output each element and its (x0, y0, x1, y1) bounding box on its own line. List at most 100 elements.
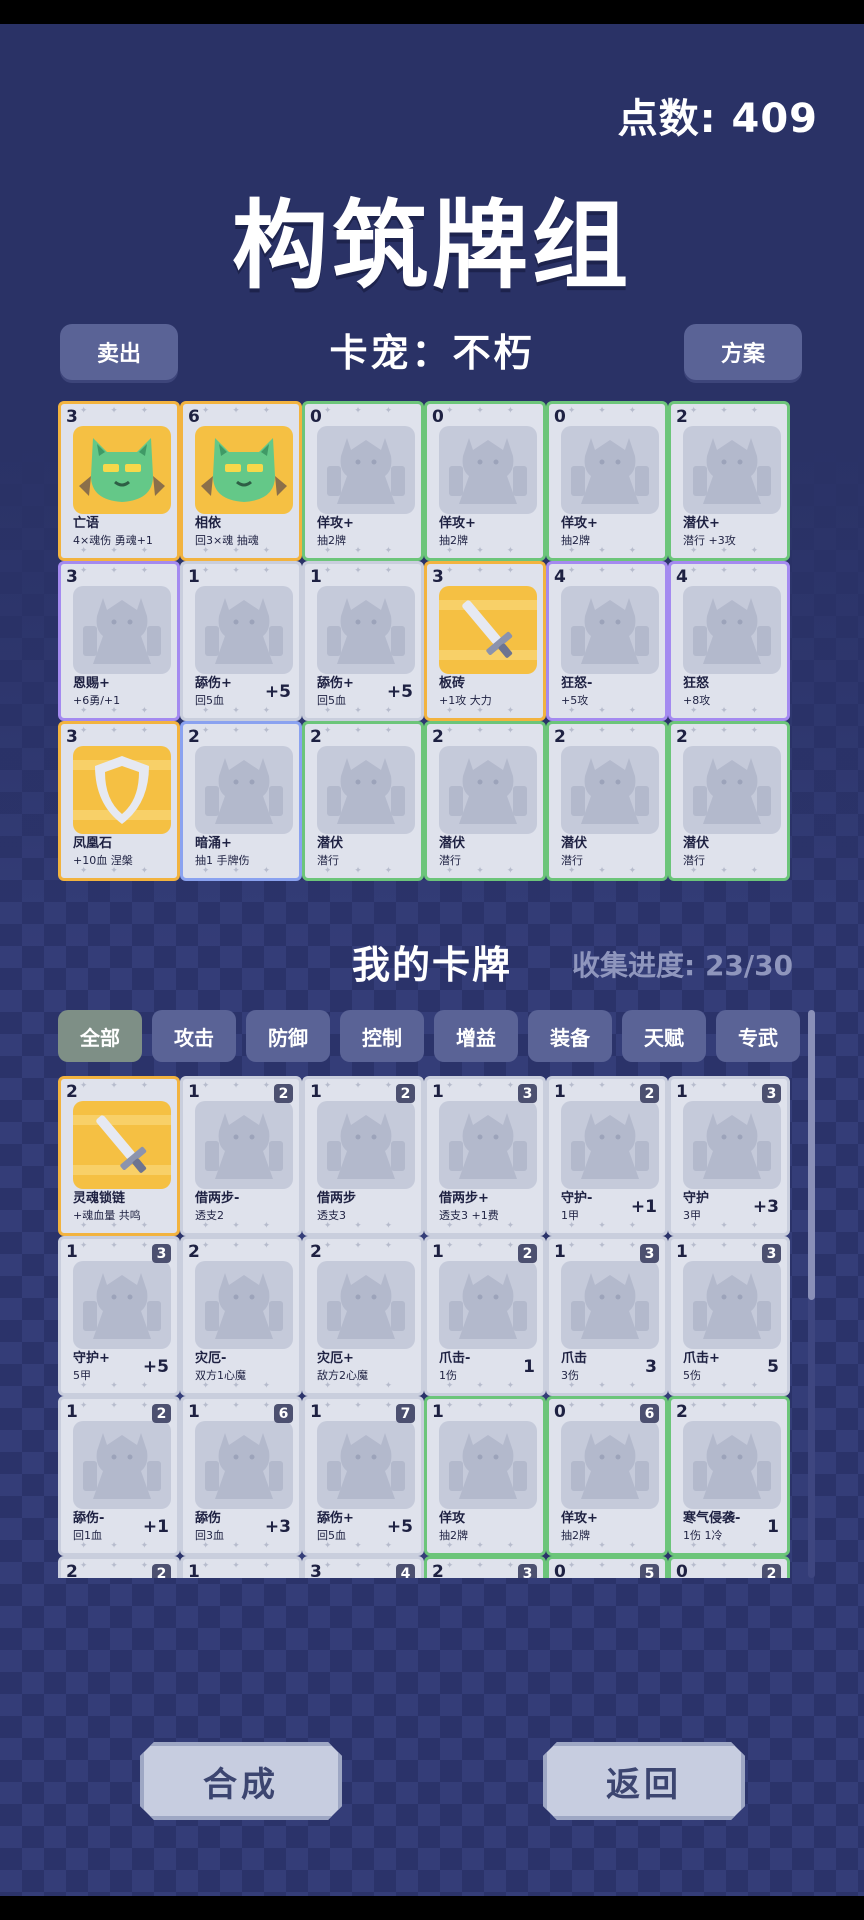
deck-card[interactable]: ✦ ✦ ✦ 4 狂怒 +8攻 ✦ ✦ ✦ (668, 561, 790, 721)
card-ornament: ✦ ✦ ✦ (79, 726, 159, 736)
card-ornament: ✦ ✦ ✦ (201, 546, 281, 556)
collection-card[interactable]: ✦ ✦ ✦ 1 2 守护- 1甲 +1 ✦ ✦ ✦ (546, 1076, 668, 1236)
card-count-badge: 2 (152, 1404, 171, 1423)
card-value: 1 (523, 1357, 535, 1377)
card-cost: 1 (66, 1242, 78, 1262)
deck-card[interactable]: ✦ ✦ ✦ 2 潜伏 潜行 ✦ ✦ ✦ (546, 721, 668, 881)
card-name: 潜伏 (683, 836, 710, 851)
deck-card[interactable]: ✦ ✦ ✦ 0 佯攻+ 抽2牌 ✦ ✦ ✦ (546, 401, 668, 561)
deck-card[interactable]: ✦ ✦ ✦ 0 佯攻+ 抽2牌 ✦ ✦ ✦ (424, 401, 546, 561)
card-ornament: ✦ ✦ ✦ (445, 1541, 525, 1551)
card-ornament: ✦ ✦ ✦ (323, 566, 403, 576)
card-name: 舔伤- (73, 1511, 105, 1526)
card-cost: 1 (554, 1082, 566, 1102)
collection-card[interactable]: ✦ ✦ ✦ 1 3 爪击+ 5伤 5 ✦ ✦ ✦ (668, 1236, 790, 1396)
collection-card[interactable]: ✦ ✦ ✦ 1 2 爪击- 1伤 1 ✦ ✦ ✦ (424, 1236, 546, 1396)
card-ornament: ✦ ✦ ✦ (201, 1381, 281, 1391)
sword-art-icon (439, 586, 537, 674)
card-name: 灵魂锁链 (73, 1191, 126, 1206)
tab-0[interactable]: 全部 (58, 1010, 142, 1062)
card-cost: 1 (310, 1402, 322, 1422)
card-cost: 2 (432, 727, 444, 747)
card-ornament: ✦ ✦ ✦ (445, 726, 525, 736)
collection-card[interactable]: ✦ ✦ ✦ 1 6 舔伤 回3血 +3 ✦ ✦ ✦ (180, 1396, 302, 1556)
tab-3[interactable]: 控制 (340, 1010, 424, 1062)
collection-card[interactable]: ✦ ✦ ✦ 1 2 舔伤- 回1血 +1 ✦ ✦ ✦ (58, 1396, 180, 1556)
collection-card[interactable]: ✦ ✦ ✦ 1 3 守护+ 5甲 +5 ✦ ✦ ✦ (58, 1236, 180, 1396)
deck-card[interactable]: ✦ ✦ ✦ 0 佯攻+ 抽2牌 ✦ ✦ ✦ (302, 401, 424, 561)
deck-card[interactable]: ✦ ✦ ✦ 3 凤凰石 +10血 涅槃 ✦ ✦ ✦ (58, 721, 180, 881)
collection-card[interactable]: ✦ ✦ ✦ 1 3 守护 3甲 +3 ✦ ✦ ✦ (668, 1076, 790, 1236)
card-cost: 4 (554, 567, 566, 587)
tab-6[interactable]: 天赋 (622, 1010, 706, 1062)
collection-card[interactable]: ✦ ✦ ✦1✦ ✦ ✦ (180, 1556, 302, 1578)
collection-card[interactable]: ✦ ✦ ✦ 1 3 借两步+ 透支3 +1费 ✦ ✦ ✦ (424, 1076, 546, 1236)
collection-card[interactable]: ✦ ✦ ✦ 2 寒气侵袭- 1伤 1冷 1 ✦ ✦ ✦ (668, 1396, 790, 1556)
collection-card[interactable]: ✦ ✦ ✦ 1 佯攻 抽2牌 ✦ ✦ ✦ (424, 1396, 546, 1556)
card-cost: 3 (66, 567, 78, 587)
card-value: 3 (645, 1357, 657, 1377)
card-ornament: ✦ ✦ ✦ (689, 866, 769, 876)
deck-card[interactable]: ✦ ✦ ✦ 1 舔伤+ 回5血 +5 ✦ ✦ ✦ (180, 561, 302, 721)
plan-button[interactable]: 方案 (684, 324, 802, 380)
deck-card[interactable]: ✦ ✦ ✦ 1 舔伤+ 回5血 +5 ✦ ✦ ✦ (302, 561, 424, 721)
card-name: 舔伤 (195, 1511, 222, 1526)
card-cost: 2 (310, 1242, 322, 1262)
synthesize-button[interactable]: 合成 (140, 1742, 342, 1820)
card-name: 借两步 (317, 1191, 357, 1206)
deck-card[interactable]: ✦ ✦ ✦ 2 潜伏+ 潜行 +3攻 ✦ ✦ ✦ (668, 401, 790, 561)
card-name: 舔伤+ (317, 1511, 354, 1526)
collection-card[interactable]: ✦ ✦ ✦ 1 2 借两步 透支3 ✦ ✦ ✦ (302, 1076, 424, 1236)
card-count-badge: 3 (518, 1564, 537, 1578)
collection-card[interactable]: ✦ ✦ ✦ 2 灾厄- 双方1心魔 ✦ ✦ ✦ (180, 1236, 302, 1396)
deck-card[interactable]: ✦ ✦ ✦ 2 潜伏 潜行 ✦ ✦ ✦ (302, 721, 424, 881)
card-ornament: ✦ ✦ ✦ (567, 1541, 647, 1551)
collection-card[interactable]: ✦ ✦ ✦05✦ ✦ ✦ (546, 1556, 668, 1578)
collection-card[interactable]: ✦ ✦ ✦23✦ ✦ ✦ (424, 1556, 546, 1578)
deck-grid: ✦ ✦ ✦ 3 亡语 4×魂伤 勇魂+1 ✦ ✦ ✦ ✦ ✦ ✦ 6 相依 回3×魂 抽魂 ✦ ✦… (58, 401, 790, 881)
card-value: 1 (767, 1517, 779, 1537)
ghost-art-icon (561, 1101, 659, 1189)
cat-art-icon (195, 426, 293, 514)
card-name: 潜伏+ (683, 516, 720, 531)
collection-card[interactable]: ✦ ✦ ✦ 2 灾厄+ 敌方2心魔 ✦ ✦ ✦ (302, 1236, 424, 1396)
card-ornament: ✦ ✦ ✦ (445, 1401, 525, 1411)
back-button[interactable]: 返回 (543, 1742, 745, 1820)
deck-card[interactable]: ✦ ✦ ✦ 4 狂怒- +5攻 ✦ ✦ ✦ (546, 561, 668, 721)
collection-card[interactable]: ✦ ✦ ✦02✦ ✦ ✦ (668, 1556, 790, 1578)
tab-2[interactable]: 防御 (246, 1010, 330, 1062)
tab-4[interactable]: 增益 (434, 1010, 518, 1062)
deck-card[interactable]: ✦ ✦ ✦ 3 恩赐+ +6勇/+1 ✦ ✦ ✦ (58, 561, 180, 721)
card-ornament: ✦ ✦ ✦ (79, 1081, 159, 1091)
collection-card[interactable]: ✦ ✦ ✦ 1 2 借两步- 透支2 ✦ ✦ ✦ (180, 1076, 302, 1236)
collection-card[interactable]: ✦ ✦ ✦22✦ ✦ ✦ (58, 1556, 180, 1578)
card-cost: 2 (676, 727, 688, 747)
tab-7[interactable]: 专武 (716, 1010, 800, 1062)
collection-scroll-thumb[interactable] (808, 1010, 815, 1300)
card-ornament: ✦ ✦ ✦ (323, 726, 403, 736)
card-cost: 2 (188, 1242, 200, 1262)
collection-card[interactable]: ✦ ✦ ✦ 1 3 爪击 3伤 3 ✦ ✦ ✦ (546, 1236, 668, 1396)
deck-card[interactable]: ✦ ✦ ✦ 2 潜伏 潜行 ✦ ✦ ✦ (424, 721, 546, 881)
collection-card[interactable]: ✦ ✦ ✦34✦ ✦ ✦ (302, 1556, 424, 1578)
card-cost: 2 (66, 1082, 78, 1102)
card-name: 舔伤+ (195, 676, 232, 691)
collection-card[interactable]: ✦ ✦ ✦ 1 7 舔伤+ 回5血 +5 ✦ ✦ ✦ (302, 1396, 424, 1556)
card-value: +3 (264, 1517, 291, 1537)
deck-card[interactable]: ✦ ✦ ✦ 6 相依 回3×魂 抽魂 ✦ ✦ ✦ (180, 401, 302, 561)
collection-card[interactable]: ✦ ✦ ✦ 0 6 佯攻+ 抽2牌 ✦ ✦ ✦ (546, 1396, 668, 1556)
tab-5[interactable]: 装备 (528, 1010, 612, 1062)
collection-card[interactable]: ✦ ✦ ✦ 2 灵魂锁链 +魂血量 共鸣 ✦ ✦ ✦ (58, 1076, 180, 1236)
card-ornament: ✦ ✦ ✦ (79, 1381, 159, 1391)
collection-viewport[interactable]: ✦ ✦ ✦ 2 灵魂锁链 +魂血量 共鸣 ✦ ✦ ✦ ✦ ✦ ✦ 1 2 借两步- 透支2 ✦ ✦ … (58, 1076, 804, 1578)
tab-1[interactable]: 攻击 (152, 1010, 236, 1062)
deck-card[interactable]: ✦ ✦ ✦ 2 潜伏 潜行 ✦ ✦ ✦ (668, 721, 790, 881)
deck-card[interactable]: ✦ ✦ ✦ 2 暗涌+ 抽1 手牌伤 ✦ ✦ ✦ (180, 721, 302, 881)
card-cost: 2 (310, 727, 322, 747)
ghost-art-icon (195, 586, 293, 674)
card-ornament: ✦ ✦ ✦ (567, 1381, 647, 1391)
card-value: +5 (142, 1357, 169, 1377)
deck-card[interactable]: ✦ ✦ ✦ 3 板砖 +1攻 大力 ✦ ✦ ✦ (424, 561, 546, 721)
deck-card[interactable]: ✦ ✦ ✦ 3 亡语 4×魂伤 勇魂+1 ✦ ✦ ✦ (58, 401, 180, 561)
card-count-badge: 2 (640, 1084, 659, 1103)
